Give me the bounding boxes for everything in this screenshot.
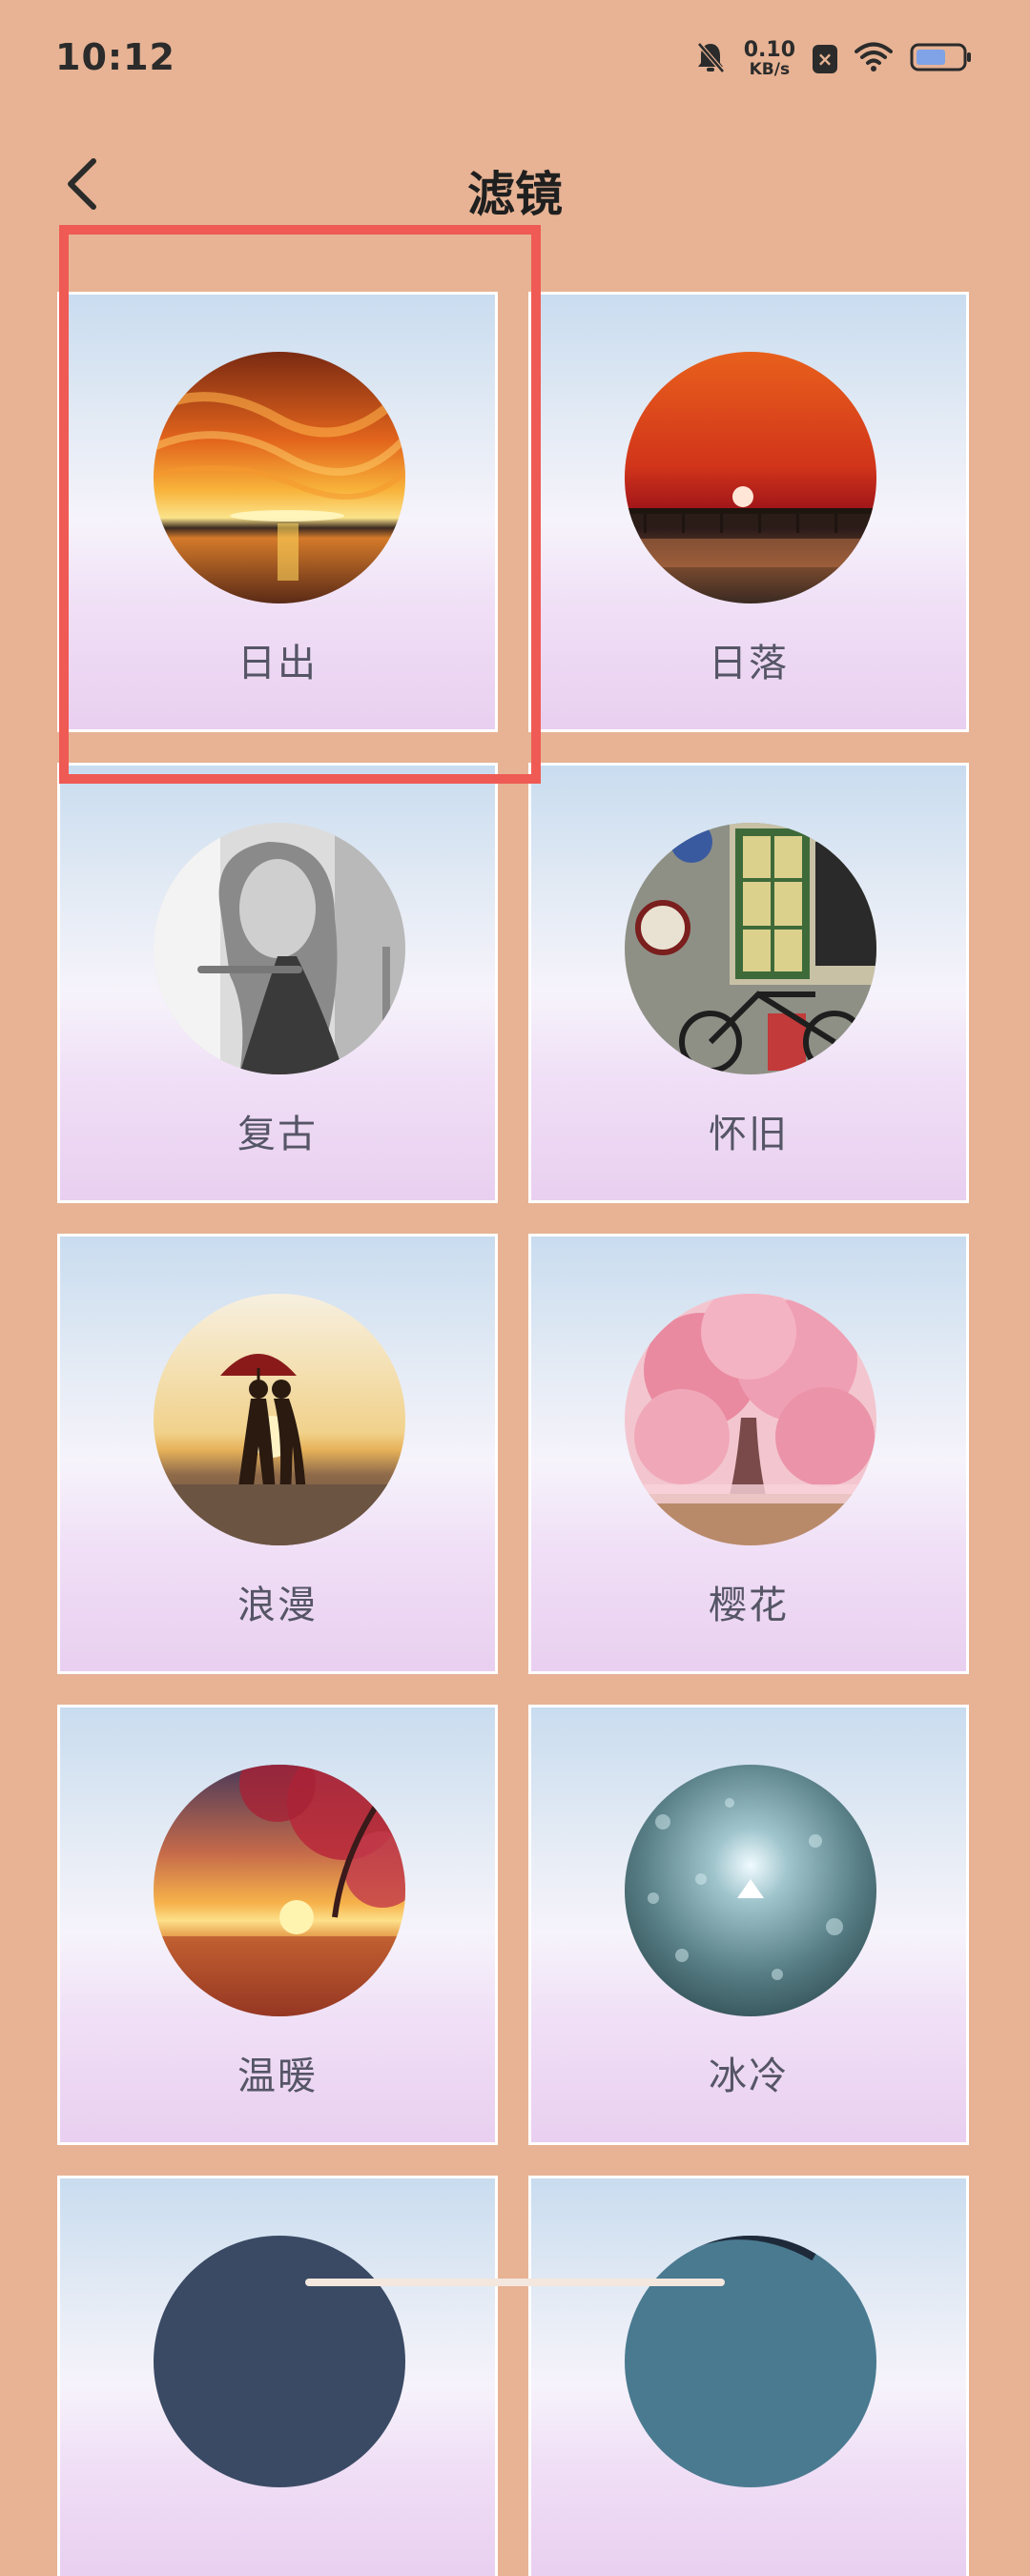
filter-label: 浪漫 xyxy=(237,1584,318,1627)
sunset-thumbnail xyxy=(625,352,876,603)
sunrise-thumbnail xyxy=(154,352,405,603)
status-time: 10:12 xyxy=(55,36,175,78)
retro-portrait-thumbnail xyxy=(154,823,405,1074)
filter-label: 冰冷 xyxy=(709,2055,789,2098)
filter-card-romantic[interactable]: 浪漫 xyxy=(57,1234,498,1674)
mute-bell-icon xyxy=(694,40,727,78)
filter-card-sunrise[interactable]: 日出 xyxy=(57,292,498,732)
close-notification-icon: × xyxy=(813,45,837,73)
romantic-couple-thumbnail xyxy=(154,1294,405,1545)
filter-card-warm[interactable]: 温暖 xyxy=(57,1705,498,2145)
page-title: 滤镜 xyxy=(467,167,563,222)
filter-card-sunset[interactable]: 日落 xyxy=(528,292,969,732)
nostalgic-bicycle-thumbnail xyxy=(625,823,876,1074)
wifi-icon xyxy=(855,42,893,76)
filter-card-cold[interactable]: 冰冷 xyxy=(528,1705,969,2145)
filter-label: 温暖 xyxy=(237,2055,318,2098)
filter-label: 日出 xyxy=(237,642,318,685)
warm-sunset-thumbnail xyxy=(154,1765,405,2016)
filter-card-partial-right[interactable] xyxy=(528,2176,969,2576)
filter-card-partial-left[interactable] xyxy=(57,2176,498,2576)
page-header: 滤镜 xyxy=(0,143,1030,229)
status-bar: 10:12 0.10 KB/s × xyxy=(0,0,1030,114)
filter-label: 日落 xyxy=(709,642,789,685)
cold-rain-thumbnail xyxy=(625,1765,876,2016)
network-speed: 0.10 KB/s xyxy=(744,40,795,78)
filter-label: 怀旧 xyxy=(709,1113,789,1156)
filter-card-nostalgic[interactable]: 怀旧 xyxy=(528,763,969,1203)
battery-icon xyxy=(910,42,973,76)
network-speed-unit: KB/s xyxy=(749,60,791,79)
filter-card-cherry-blossom[interactable]: 樱花 xyxy=(528,1234,969,1674)
network-speed-value: 0.10 xyxy=(743,38,795,62)
cherry-blossom-thumbnail xyxy=(625,1294,876,1545)
home-indicator[interactable] xyxy=(305,2279,725,2286)
partial-thumbnail-right xyxy=(625,2236,876,2487)
filter-card-retro[interactable]: 复古 xyxy=(57,763,498,1203)
partial-thumbnail-left xyxy=(154,2236,405,2487)
filter-label: 复古 xyxy=(237,1113,318,1156)
filter-label: 樱花 xyxy=(709,1584,789,1627)
status-icons: 0.10 KB/s × xyxy=(694,36,973,82)
